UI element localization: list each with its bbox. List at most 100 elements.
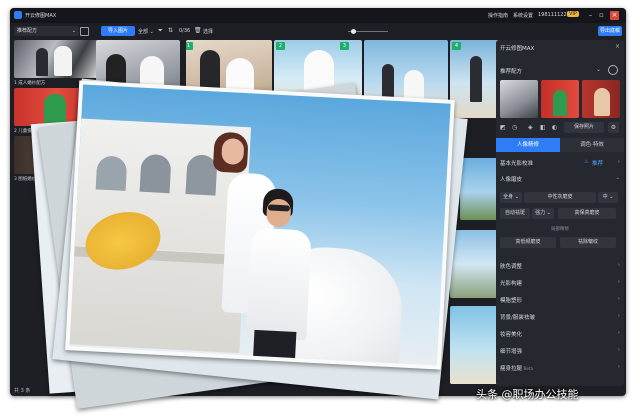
tab-color[interactable]: 调色·特效	[560, 138, 624, 152]
export-button[interactable]: 导出底稿	[598, 26, 622, 36]
skin-mode-value: 全身	[503, 194, 514, 200]
skin-level-select[interactable]: 中 ⌄	[598, 192, 618, 203]
delete-icon[interactable]: 🗑	[194, 27, 202, 34]
grid-icon[interactable]	[80, 27, 89, 36]
groom-face	[265, 198, 292, 228]
menu-label: 背景/服装祛皱	[500, 315, 535, 321]
photo-tag: 4	[452, 42, 461, 50]
tab-portrait[interactable]: 人像精修	[496, 138, 560, 152]
panel-thumb[interactable]	[582, 80, 620, 118]
chevron-right-icon: ›	[617, 159, 620, 165]
clock-icon[interactable]: ◷	[512, 124, 517, 131]
child-figure	[44, 94, 66, 124]
preset-dropdown[interactable]: 推荐配方 ⌄	[14, 26, 79, 36]
skin-mode-select[interactable]: 全身 ⌄	[500, 192, 522, 203]
zoom-slider-knob[interactable]	[351, 29, 356, 34]
groom-figure	[36, 48, 48, 76]
arch-window	[139, 153, 172, 194]
hd-skin-button[interactable]: 高低频磨皮	[500, 237, 556, 248]
menu-settings[interactable]: 系统设置	[513, 12, 533, 19]
vip-badge: VIP	[567, 11, 579, 17]
logo-icon	[14, 11, 22, 19]
photo-tag: 2	[276, 42, 285, 50]
arch-window	[95, 155, 128, 191]
skin-level-value: 中	[602, 194, 608, 200]
menu-detail[interactable]: 细节增强 ›	[500, 347, 620, 355]
layers-icon[interactable]: ◈	[528, 124, 533, 131]
title-bar: 开云修图MAX 操作指南 系统设置 19811112222 VIP – ▫ ×	[10, 8, 626, 23]
menu-slim[interactable]: 瘦身拉腿 Beta ›	[500, 364, 620, 372]
filter-all-dropdown[interactable]: 全部 ⌄	[138, 28, 154, 35]
sort-icon[interactable]: ⇅	[168, 27, 173, 34]
chevron-right-icon: ›	[617, 313, 620, 319]
preset-dropdown-label: 推荐配方	[17, 28, 38, 34]
strength-value: 强力	[535, 210, 546, 216]
photo-tag: 1	[186, 42, 193, 50]
menu-label: 光影构建	[500, 281, 523, 287]
watermark: 头条 @职场办公技能	[476, 388, 579, 401]
preset-item[interactable]	[14, 40, 100, 78]
panel-thumb[interactable]	[541, 80, 579, 118]
menu-label: 细节增强	[500, 349, 523, 355]
maximize-icon[interactable]: ▫	[597, 11, 606, 20]
child-figure	[553, 90, 567, 116]
chevron-right-icon: ›	[617, 262, 620, 268]
status-text: 共 3 条	[14, 388, 31, 394]
panel-thumb[interactable]	[500, 80, 538, 118]
section-skin[interactable]: 人像磨皮 ⌄	[500, 175, 620, 183]
panel-preset-label[interactable]: 推荐配方	[500, 67, 522, 75]
select-button[interactable]: 选择	[203, 28, 213, 35]
close-icon[interactable]: ×	[615, 43, 620, 50]
strength-select[interactable]: 强力 ⌄	[532, 208, 554, 219]
menu-label: 瘦身拉腿	[500, 366, 523, 372]
section-basic-light[interactable]: 基本光影校准 ♨ 推荐 ›	[500, 159, 620, 167]
settings-icon[interactable]: ⚙	[608, 122, 619, 133]
menu-skin-tone[interactable]: 肤色调整 ›	[500, 262, 620, 270]
child-figure	[594, 88, 610, 116]
hifi-skin-button[interactable]: 高保真磨皮	[558, 208, 616, 219]
menu-light-build[interactable]: 光影构建 ›	[500, 279, 620, 287]
main-photo	[65, 80, 455, 370]
panel-title: 开云修图MAX	[500, 46, 535, 52]
import-button[interactable]: 导入图片	[101, 26, 135, 36]
menu-guide[interactable]: 操作指南	[488, 12, 508, 19]
minimize-icon[interactable]: –	[586, 11, 595, 20]
skin-type-select[interactable]: 中性灰磨皮	[524, 192, 596, 203]
groom-figure	[470, 56, 482, 102]
chevron-down-icon: ⌄	[71, 28, 76, 34]
filter-all-label: 全部	[138, 29, 149, 35]
chevron-right-icon: ›	[617, 347, 620, 353]
photo-count: 0/36	[179, 28, 191, 34]
grid-photo[interactable]	[450, 230, 502, 298]
chevron-right-icon: ›	[617, 296, 620, 302]
chevron-right-icon: ›	[617, 364, 620, 370]
bride-figure	[54, 46, 72, 76]
save-photo-button[interactable]: 保存照片	[564, 122, 604, 133]
sunglasses	[267, 204, 291, 212]
groom-trousers	[252, 329, 297, 363]
grid-photo[interactable]	[450, 306, 502, 384]
auto-blemish-button[interactable]: 自动祛斑	[500, 208, 530, 219]
grid-photo[interactable]: 4	[450, 40, 502, 118]
crop-icon[interactable]: ◩	[500, 124, 506, 131]
menu-label: 妆容美化	[500, 332, 523, 338]
menu-bg-wrinkle[interactable]: 背景/服装祛皱 ›	[500, 313, 620, 321]
chevron-down-icon: ⌄	[615, 175, 620, 181]
filter-icon[interactable]: ⏷	[158, 27, 163, 35]
menu-label: 肤色调整	[500, 264, 523, 270]
preset-label: 1 成人婚纱配方	[14, 81, 46, 86]
recommend-badge: 推荐	[592, 161, 604, 167]
chevron-down-icon[interactable]: ⌄	[596, 66, 601, 73]
contrast-icon[interactable]: ◐	[552, 124, 557, 131]
menu-label: 模胎塑形	[500, 298, 523, 304]
settings-icon[interactable]	[608, 65, 618, 75]
close-icon[interactable]: ×	[610, 11, 619, 20]
section-label: 基本光影校准	[500, 161, 534, 167]
photo-tag: 3	[340, 42, 349, 50]
compare-icon[interactable]: ◧	[540, 124, 546, 131]
remove-wrinkle-button[interactable]: 祛除皱纹	[560, 237, 616, 248]
menu-makeup[interactable]: 妆容美化 ›	[500, 330, 620, 338]
local-refine-divider: 局部精修	[551, 227, 569, 232]
menu-face-shape[interactable]: 模胎塑形 ›	[500, 296, 620, 304]
app-title: 开云修图MAX	[25, 13, 57, 19]
